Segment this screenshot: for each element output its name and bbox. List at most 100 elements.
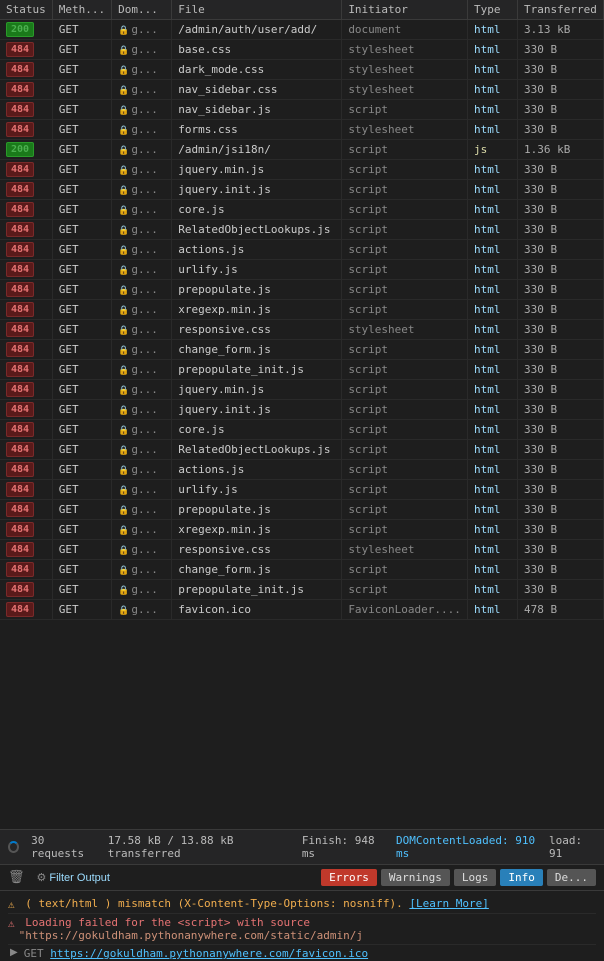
file-cell[interactable]: responsive.css — [172, 540, 342, 560]
table-row[interactable]: 484GET🔒g...actions.jsscripthtml330 B — [0, 460, 604, 480]
file-cell[interactable]: prepopulate.js — [172, 280, 342, 300]
table-row[interactable]: 484GET🔒g...responsive.cssstylesheethtml3… — [0, 320, 604, 340]
type-cell: html — [467, 560, 517, 580]
table-row[interactable]: 484GET🔒g...jquery.min.jsscripthtml330 B — [0, 380, 604, 400]
file-cell[interactable]: prepopulate.js — [172, 500, 342, 520]
file-cell[interactable]: RelatedObjectLookups.js — [172, 220, 342, 240]
file-cell[interactable]: change_form.js — [172, 340, 342, 360]
table-row[interactable]: 484GET🔒g...nav_sidebar.cssstylesheethtml… — [0, 80, 604, 100]
domain-cell: 🔒g... — [112, 260, 172, 280]
table-row[interactable]: 484GET🔒g...base.cssstylesheethtml330 B — [0, 40, 604, 60]
file-cell[interactable]: dark_mode.css — [172, 60, 342, 80]
initiator-cell: script — [342, 300, 468, 320]
table-row[interactable]: 484GET🔒g...prepopulate.jsscripthtml330 B — [0, 500, 604, 520]
table-row[interactable]: 484GET🔒g...RelatedObjectLookups.jsscript… — [0, 220, 604, 240]
table-row[interactable]: 484GET🔒g...jquery.init.jsscripthtml330 B — [0, 180, 604, 200]
table-row[interactable]: 484GET🔒g...prepopulate_init.jsscripthtml… — [0, 580, 604, 600]
file-cell[interactable]: urlify.js — [172, 260, 342, 280]
status-badge: 484 — [6, 582, 34, 597]
file-cell[interactable]: change_form.js — [172, 560, 342, 580]
type-cell: html — [467, 100, 517, 120]
table-row[interactable]: 200GET🔒g.../admin/auth/user/add/document… — [0, 20, 604, 40]
file-cell[interactable]: core.js — [172, 420, 342, 440]
table-row[interactable]: 484GET🔒g...change_form.jsscripthtml330 B — [0, 340, 604, 360]
lock-icon: 🔒 — [118, 46, 129, 56]
transferred-cell: 330 B — [518, 380, 604, 400]
network-table-wrapper[interactable]: Status Meth... Dom... File Initiator Typ… — [0, 0, 604, 795]
file-cell[interactable]: xregexp.min.js — [172, 300, 342, 320]
table-row[interactable]: 484GET🔒g...dark_mode.cssstylesheethtml33… — [0, 60, 604, 80]
method-cell: GET — [52, 100, 111, 120]
file-cell[interactable]: jquery.min.js — [172, 380, 342, 400]
file-cell[interactable]: urlify.js — [172, 480, 342, 500]
header-status: Status — [0, 0, 52, 20]
lock-icon: 🔒 — [118, 166, 129, 176]
load-time: load: 91 — [549, 834, 596, 860]
table-row[interactable]: 484GET🔒g...xregexp.min.jsscripthtml330 B — [0, 300, 604, 320]
table-row[interactable]: 484GET🔒g...prepopulate.jsscripthtml330 B — [0, 280, 604, 300]
domain-text: g... — [131, 443, 158, 456]
file-cell[interactable]: favicon.ico — [172, 600, 342, 620]
tab-info[interactable]: Info — [500, 869, 543, 886]
transferred-cell: 330 B — [518, 260, 604, 280]
table-row[interactable]: 484GET🔒g...urlify.jsscripthtml330 B — [0, 480, 604, 500]
type-cell: html — [467, 80, 517, 100]
transferred-cell: 330 B — [518, 300, 604, 320]
expand-button[interactable]: ▶ — [8, 947, 20, 958]
transferred-cell: 330 B — [518, 40, 604, 60]
table-row[interactable]: 484GET🔒g...actions.jsscripthtml330 B — [0, 240, 604, 260]
file-cell[interactable]: core.js — [172, 200, 342, 220]
table-row[interactable]: 484GET🔒g...urlify.jsscripthtml330 B — [0, 260, 604, 280]
file-cell[interactable]: actions.js — [172, 240, 342, 260]
table-row[interactable]: 484GET🔒g...responsive.cssstylesheethtml3… — [0, 540, 604, 560]
table-row[interactable]: 484GET🔒g...nav_sidebar.jsscripthtml330 B — [0, 100, 604, 120]
lock-icon: 🔒 — [118, 66, 129, 76]
table-row[interactable]: 484GET🔒g...RelatedObjectLookups.jsscript… — [0, 440, 604, 460]
console-error-text: Loading failed for the <script> with sou… — [19, 916, 596, 942]
learn-more-link[interactable]: [Learn More] — [409, 897, 488, 910]
tab-errors[interactable]: Errors — [321, 869, 377, 886]
filter-icon: ⚙ — [37, 871, 47, 884]
table-row[interactable]: 200GET🔒g.../admin/jsi18n/scriptjs1.36 kB — [0, 140, 604, 160]
file-cell[interactable]: nav_sidebar.css — [172, 80, 342, 100]
method-cell: GET — [52, 300, 111, 320]
dom-content-loaded: DOMContentLoaded: 910 ms — [396, 834, 537, 860]
trash-icon[interactable]: 🗑 — [8, 870, 25, 885]
filter-output-button[interactable]: ⚙ Filter Output — [33, 869, 114, 886]
method-cell: GET — [52, 80, 111, 100]
table-row[interactable]: 484GET🔒g...core.jsscripthtml330 B — [0, 200, 604, 220]
file-cell[interactable]: responsive.css — [172, 320, 342, 340]
file-cell[interactable]: xregexp.min.js — [172, 520, 342, 540]
file-cell[interactable]: actions.js — [172, 460, 342, 480]
table-row[interactable]: 484GET🔒g...xregexp.min.jsscripthtml330 B — [0, 520, 604, 540]
status-badge: 484 — [6, 362, 34, 377]
tab-warnings[interactable]: Warnings — [381, 869, 450, 886]
favicon-link[interactable]: https://gokuldham.pythonanywhere.com/fav… — [50, 947, 368, 960]
table-row[interactable]: 484GET🔒g...core.jsscripthtml330 B — [0, 420, 604, 440]
file-cell[interactable]: prepopulate_init.js — [172, 580, 342, 600]
table-row[interactable]: 484GET🔒g...favicon.icoFaviconLoader....h… — [0, 600, 604, 620]
table-row[interactable]: 484GET🔒g...forms.cssstylesheethtml330 B — [0, 120, 604, 140]
tab-logs[interactable]: Logs — [454, 869, 497, 886]
file-cell[interactable]: RelatedObjectLookups.js — [172, 440, 342, 460]
file-cell[interactable]: forms.css — [172, 120, 342, 140]
file-cell[interactable]: jquery.init.js — [172, 180, 342, 200]
table-row[interactable]: 484GET🔒g...jquery.min.jsscripthtml330 B — [0, 160, 604, 180]
file-cell[interactable]: /admin/jsi18n/ — [172, 140, 342, 160]
file-cell[interactable]: base.css — [172, 40, 342, 60]
lock-icon: 🔒 — [118, 406, 129, 416]
domain-text: g... — [131, 203, 158, 216]
table-row[interactable]: 484GET🔒g...jquery.init.jsscripthtml330 B — [0, 400, 604, 420]
file-cell[interactable]: jquery.min.js — [172, 160, 342, 180]
file-cell[interactable]: nav_sidebar.js — [172, 100, 342, 120]
table-row[interactable]: 484GET🔒g...prepopulate_init.jsscripthtml… — [0, 360, 604, 380]
file-cell[interactable]: jquery.init.js — [172, 400, 342, 420]
file-cell[interactable]: /admin/auth/user/add/ — [172, 20, 342, 40]
table-row[interactable]: 484GET🔒g...change_form.jsscripthtml330 B — [0, 560, 604, 580]
initiator-cell: stylesheet — [342, 120, 468, 140]
initiator-cell: script — [342, 380, 468, 400]
initiator-cell: script — [342, 560, 468, 580]
initiator-cell: script — [342, 500, 468, 520]
file-cell[interactable]: prepopulate_init.js — [172, 360, 342, 380]
tab-debug[interactable]: De... — [547, 869, 596, 886]
